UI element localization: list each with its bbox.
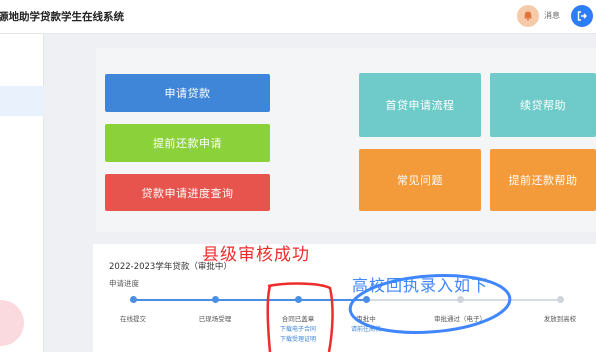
annotation-college-receipt: 高校回执录入如下: [352, 276, 489, 295]
annotation-marks: [266, 274, 512, 352]
annotation-county-review: 县级审核成功: [202, 245, 310, 265]
red-bracket-right: [267, 282, 334, 352]
red-bracket-left: [266, 285, 272, 352]
